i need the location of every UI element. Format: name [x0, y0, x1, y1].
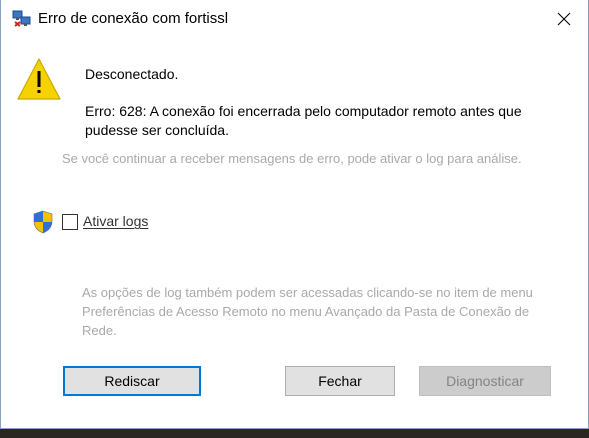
connection-error-dialog: Erro de conexão com fortissl Desconectad… — [0, 0, 589, 429]
uac-shield-icon — [32, 210, 54, 234]
error-message: Erro: 628: A conexão foi encerrada pelo … — [85, 103, 522, 138]
title-bar[interactable]: Erro de conexão com fortissl — [1, 0, 588, 40]
close-dialog-button[interactable]: Fechar — [285, 366, 395, 396]
log-options-info: As opções de log também podem ser acessa… — [82, 285, 533, 338]
redial-button[interactable]: Rediscar — [63, 366, 201, 396]
close-button[interactable] — [546, 4, 582, 34]
network-connection-icon — [12, 10, 32, 28]
diagnose-button[interactable]: Diagnosticar — [419, 366, 551, 396]
logging-hint: Se você continuar a receber mensagens de… — [62, 151, 522, 166]
enable-logs-checkbox[interactable] — [62, 214, 78, 230]
close-icon — [557, 12, 571, 26]
enable-logs-label[interactable]: Ativar logs — [83, 213, 148, 229]
window-title: Erro de conexão com fortissl — [38, 10, 229, 27]
warning-triangle-icon — [16, 57, 62, 101]
status-heading: Desconectado. — [85, 66, 179, 82]
